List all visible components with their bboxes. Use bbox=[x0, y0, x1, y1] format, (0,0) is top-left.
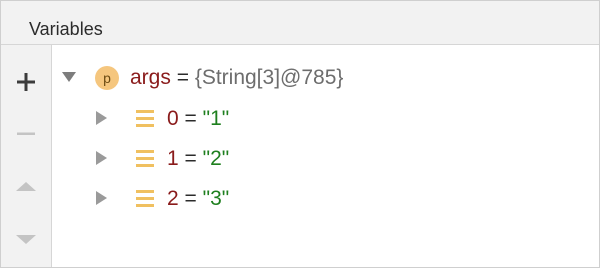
equals-sign: = bbox=[184, 107, 197, 130]
expand-arrow-icon[interactable] bbox=[93, 150, 109, 166]
variable-value: {String[3]@785} bbox=[194, 66, 344, 89]
element-index: 2 bbox=[167, 187, 179, 210]
element-index: 1 bbox=[167, 147, 179, 170]
tree-row-element-2[interactable]: 2 = "3" bbox=[52, 183, 599, 215]
panel-title: Variables bbox=[29, 19, 103, 39]
array-element-icon bbox=[136, 110, 154, 128]
move-up-button[interactable] bbox=[1, 167, 51, 203]
collapse-arrow-icon[interactable] bbox=[61, 69, 77, 85]
element-index: 0 bbox=[167, 107, 179, 130]
variables-panel: Variables p args = {String[3]@785} 0 = "… bbox=[0, 0, 600, 268]
tree-row-args[interactable]: p args = {String[3]@785} bbox=[52, 62, 599, 94]
variable-name: args bbox=[130, 66, 171, 89]
element-value: "2" bbox=[202, 147, 230, 170]
expand-arrow-icon[interactable] bbox=[93, 190, 109, 206]
panel-header: Variables bbox=[1, 1, 599, 45]
equals-sign: = bbox=[184, 147, 197, 170]
add-button[interactable] bbox=[1, 63, 51, 99]
tree-row-element-0[interactable]: 0 = "1" bbox=[52, 103, 599, 135]
equals-sign: = bbox=[184, 187, 197, 210]
arrow-down-icon bbox=[16, 235, 36, 244]
arrow-up-icon bbox=[16, 182, 36, 191]
tree-row-element-1[interactable]: 1 = "2" bbox=[52, 143, 599, 175]
array-element-icon bbox=[136, 190, 154, 208]
element-value: "3" bbox=[202, 187, 230, 210]
expand-arrow-icon[interactable] bbox=[93, 110, 109, 126]
variables-toolbar bbox=[1, 45, 52, 267]
remove-button[interactable] bbox=[1, 115, 51, 151]
minus-icon bbox=[17, 132, 35, 135]
element-value: "1" bbox=[202, 107, 230, 130]
equals-sign: = bbox=[176, 66, 189, 89]
plus-icon bbox=[17, 73, 35, 91]
array-element-icon bbox=[136, 150, 154, 168]
variables-tree: p args = {String[3]@785} 0 = "1" 1 = "2"… bbox=[52, 45, 599, 267]
parameter-badge-icon: p bbox=[95, 66, 119, 90]
move-down-button[interactable] bbox=[1, 219, 51, 255]
